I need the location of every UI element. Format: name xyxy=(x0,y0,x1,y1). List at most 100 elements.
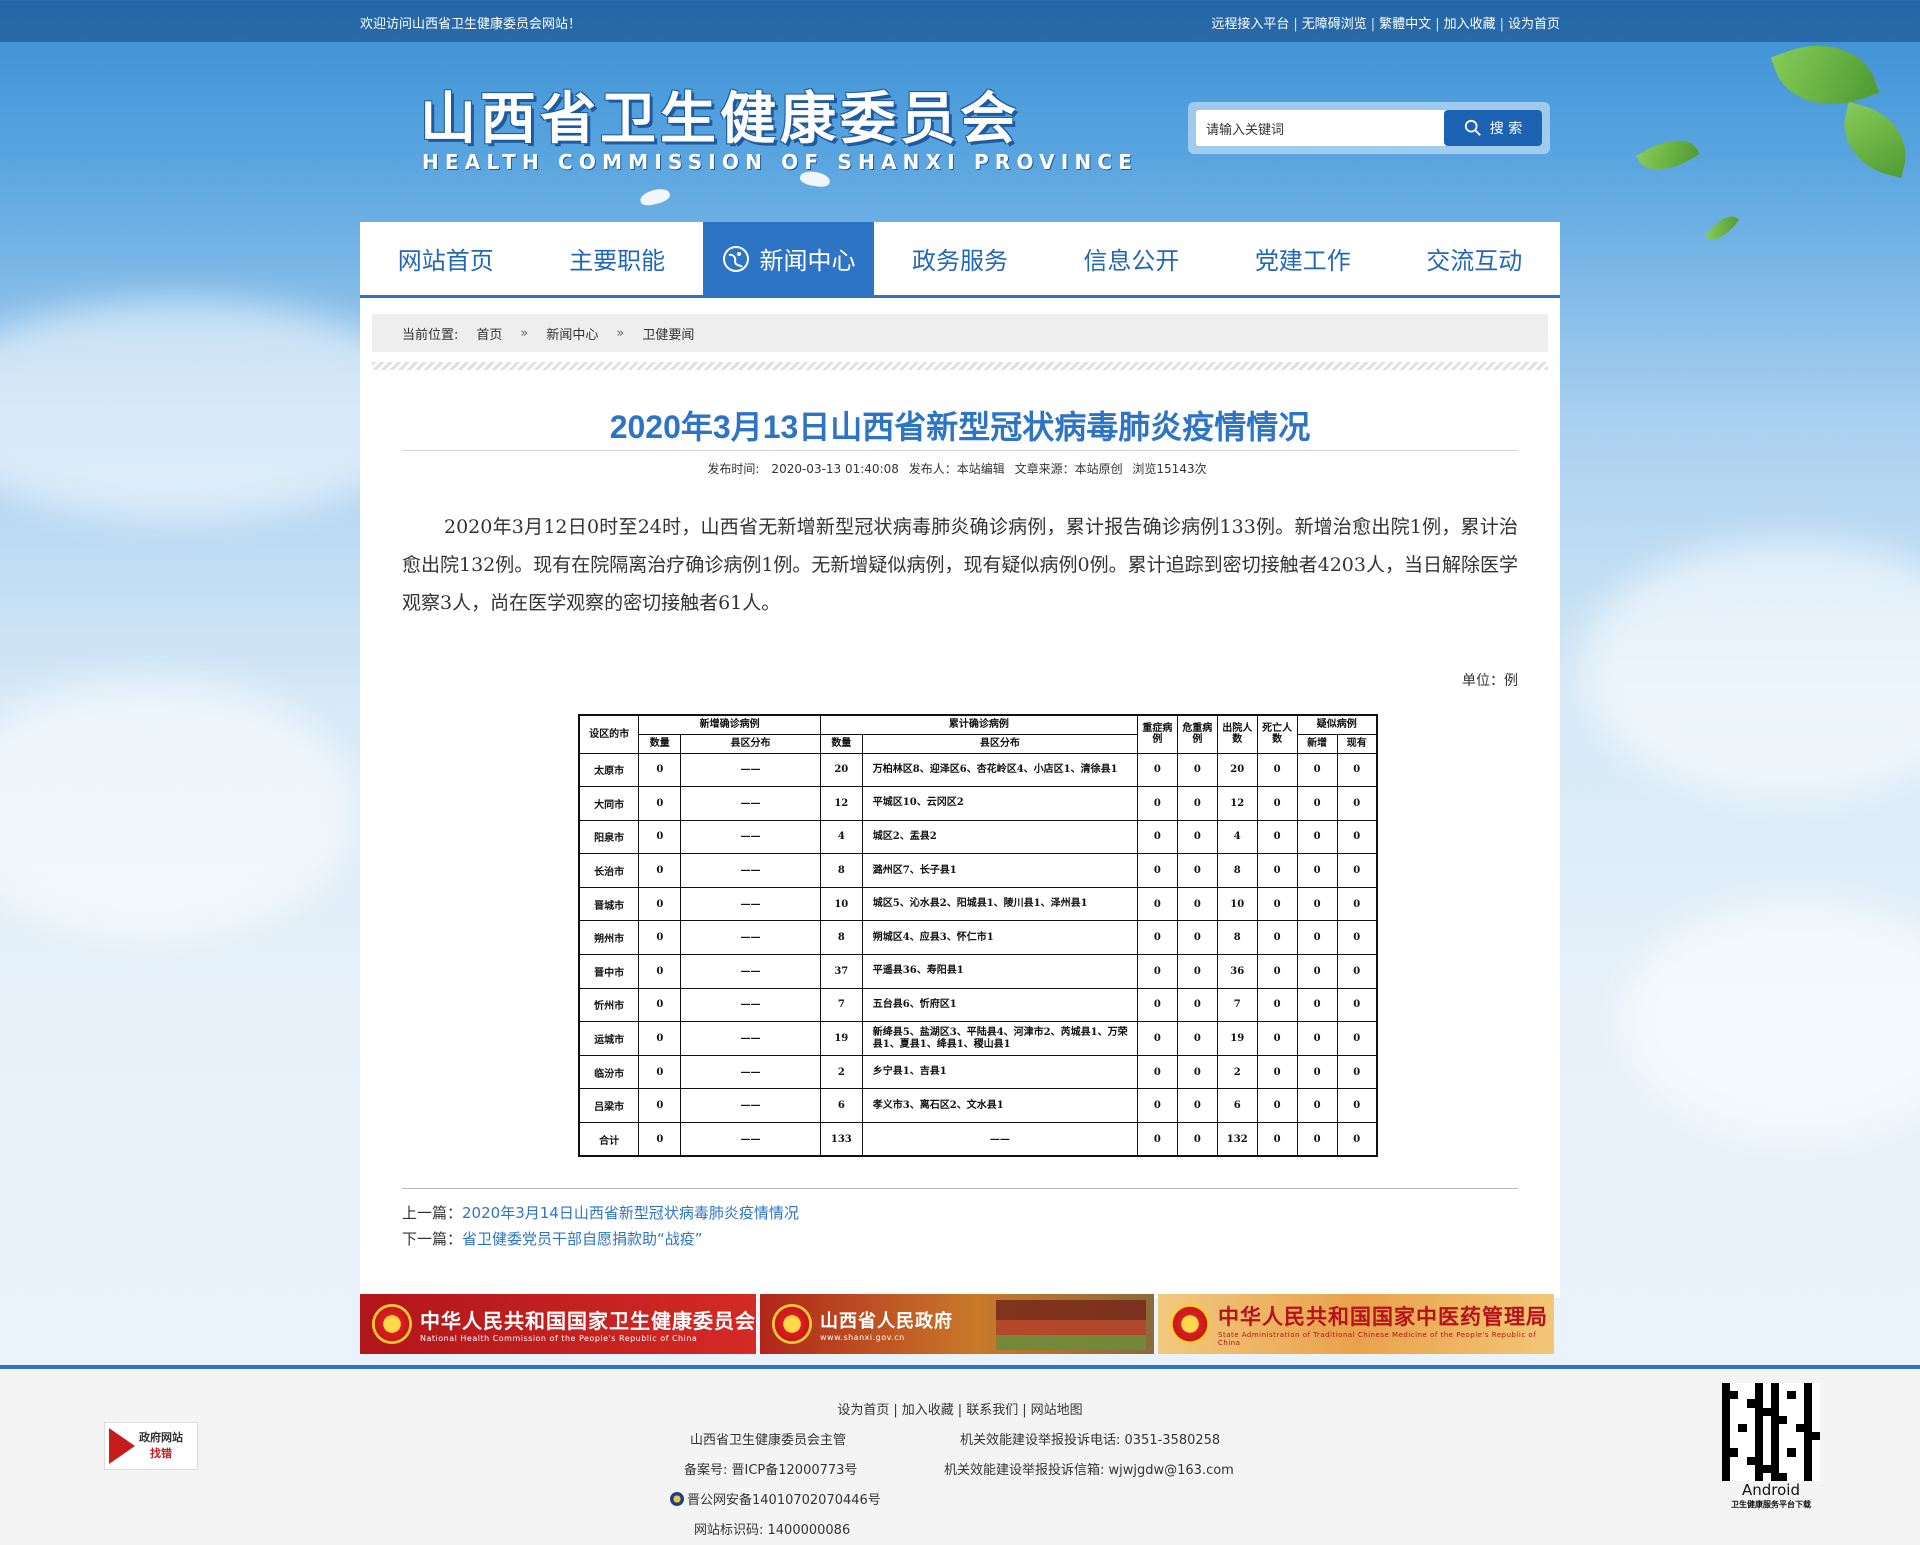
breadcrumb-health-news[interactable]: 卫健要闻 xyxy=(642,324,694,343)
breadcrumb-home[interactable]: 首页 xyxy=(476,324,502,343)
qr-module xyxy=(1747,1465,1755,1473)
qr-module xyxy=(1796,1448,1804,1456)
qr-module xyxy=(1803,1432,1812,1441)
add-favorite-link[interactable]: 加入收藏 xyxy=(1444,17,1496,32)
table-row: 长治市 0 —— 8 潞州区7、长子县1 0 0 8 0 0 0 xyxy=(578,853,1378,888)
qr-module xyxy=(1771,1464,1780,1473)
col-new-confirmed: 新增确诊病例 xyxy=(638,714,821,735)
col-cum-county: 县区分布 xyxy=(861,733,1138,754)
qr-module xyxy=(1787,1383,1796,1392)
table-cell: 0 xyxy=(1176,853,1218,888)
site-logo-cn[interactable]: 山西省卫生健康委员会 xyxy=(420,74,1020,155)
prev-article-link[interactable]: 2020年3月14日山西省新型冠状病毒肺炎疫情情况 xyxy=(462,1204,799,1222)
qr-module xyxy=(1771,1448,1780,1457)
set-homepage-link[interactable]: 设为首页 xyxy=(1508,17,1560,32)
breadcrumb-news-center[interactable]: 新闻中心 xyxy=(546,324,598,343)
table-cell: —— xyxy=(680,786,821,821)
table-cell: 0 xyxy=(1136,1088,1178,1124)
qr-module xyxy=(1722,1415,1731,1424)
footer-contact[interactable]: 联系我们 xyxy=(966,1403,1018,1418)
table-cell: 忻州市 xyxy=(578,987,640,1023)
banner-nhc[interactable]: 中华人民共和国国家卫生健康委员会 National Health Commissi… xyxy=(360,1294,756,1354)
accessibility-link[interactable]: 无障碍浏览 xyxy=(1302,17,1367,32)
table-cell: 新绛县5、盐湖区3、平陆县4、河津市2、芮城县1、万荣县1、夏县1、绛县1、稷山… xyxy=(861,1021,1138,1056)
qr-module xyxy=(1730,1391,1739,1400)
qr-module xyxy=(1796,1408,1804,1416)
table-cell: 0 xyxy=(1296,1054,1338,1090)
table-cell: —— xyxy=(680,1054,821,1090)
qr-module xyxy=(1730,1408,1738,1416)
table-cell: —— xyxy=(680,920,821,956)
table-cell: 0 xyxy=(1176,1122,1218,1157)
table-row: 朔州市 0 —— 8 朔城区4、应县3、怀仁市1 0 0 8 0 0 0 xyxy=(578,920,1378,956)
qr-code[interactable] xyxy=(1722,1383,1820,1481)
table-cell: 19 xyxy=(1216,1021,1258,1056)
table-cell: 0 xyxy=(1256,954,1298,989)
qr-module xyxy=(1722,1399,1731,1408)
next-article-link[interactable]: 省卫健委党员干部自愿捐款助“战疫” xyxy=(462,1230,703,1248)
table-cell: 0 xyxy=(1336,987,1378,1023)
nav-news-center[interactable]: 新闻中心 xyxy=(702,222,875,295)
qr-module xyxy=(1779,1408,1787,1416)
qr-module xyxy=(1722,1407,1731,1416)
table-row: 晋中市 0 —— 37 平遥县36、寿阳县1 0 0 36 0 0 0 xyxy=(578,954,1378,989)
qr-module xyxy=(1787,1415,1796,1424)
qr-module xyxy=(1779,1457,1787,1465)
qr-module xyxy=(1796,1465,1804,1473)
footer-icp[interactable]: 备案号: 晋ICP备12000773号 xyxy=(684,1459,857,1478)
qr-module xyxy=(1754,1423,1763,1432)
nav-info-disclosure[interactable]: 信息公开 xyxy=(1046,222,1217,295)
nav-gov-services[interactable]: 政务服务 xyxy=(874,222,1045,295)
table-cell: 0 xyxy=(638,954,682,989)
divider xyxy=(402,450,1518,451)
qr-module xyxy=(1787,1432,1796,1441)
traditional-chinese-link[interactable]: 繁體中文 xyxy=(1379,17,1431,32)
nav-interaction[interactable]: 交流互动 xyxy=(1389,222,1560,295)
qr-module xyxy=(1747,1432,1755,1440)
table-cell: 0 xyxy=(1296,1021,1338,1056)
col-cum-count: 数量 xyxy=(819,733,863,754)
search-button-label: 搜 索 xyxy=(1489,121,1523,137)
table-cell: —— xyxy=(680,1088,821,1124)
qr-module xyxy=(1722,1448,1731,1457)
footer-sitemap[interactable]: 网站地图 xyxy=(1031,1403,1083,1418)
qr-module xyxy=(1722,1472,1731,1481)
qr-module xyxy=(1811,1407,1820,1416)
table-cell: 0 xyxy=(1256,786,1298,821)
table-cell: 2 xyxy=(819,1054,863,1090)
qr-module xyxy=(1779,1465,1787,1473)
view-count: 浏览15143次 xyxy=(1132,462,1207,476)
qr-module xyxy=(1796,1399,1804,1407)
search-input[interactable] xyxy=(1196,110,1450,146)
table-cell: 0 xyxy=(1336,1088,1378,1124)
col-new-count: 数量 xyxy=(638,733,682,754)
qr-module xyxy=(1762,1399,1771,1408)
nav-home[interactable]: 网站首页 xyxy=(360,222,531,295)
table-cell: 乡宁县1、吉县1 xyxy=(861,1054,1138,1090)
banner-tcm[interactable]: 中华人民共和国国家中医药管理局 State Administration of T… xyxy=(1158,1294,1554,1354)
unit-label: 单位：例 xyxy=(1462,673,1518,689)
qr-module xyxy=(1771,1399,1780,1408)
table-cell: 晋城市 xyxy=(578,886,640,922)
qr-module xyxy=(1787,1391,1796,1400)
footer-police-record[interactable]: 晋公网安备14010702070446号 xyxy=(670,1489,881,1508)
gov-website-error-badge[interactable]: 政府网站 找错 xyxy=(104,1422,198,1470)
table-cell: 0 xyxy=(1176,886,1218,922)
nav-party-work[interactable]: 党建工作 xyxy=(1217,222,1388,295)
table-cell: —— xyxy=(861,1122,1138,1157)
search-button[interactable]: 搜 索 xyxy=(1444,110,1542,146)
footer-add-favorite[interactable]: 加入收藏 xyxy=(902,1403,954,1418)
footer-set-homepage[interactable]: 设为首页 xyxy=(837,1403,889,1418)
banner-shanxi-gov[interactable]: 山西省人民政府 www.shanxi.gov.cn xyxy=(760,1294,1154,1354)
site-logo-en: HEALTH COMMISSION OF SHANXI PROVINCE xyxy=(422,150,1139,174)
qr-module xyxy=(1762,1407,1771,1416)
remote-access-link[interactable]: 远程接入平台 xyxy=(1211,17,1289,32)
qr-module xyxy=(1796,1383,1804,1391)
qr-module xyxy=(1787,1472,1796,1481)
qr-module xyxy=(1722,1464,1731,1473)
table-cell: 朔城区4、应县3、怀仁市1 xyxy=(861,920,1138,956)
nav-functions[interactable]: 主要职能 xyxy=(531,222,702,295)
table-cell: 朔州市 xyxy=(578,920,640,956)
qr-module xyxy=(1738,1415,1747,1424)
table-cell: 0 xyxy=(1336,1054,1378,1090)
